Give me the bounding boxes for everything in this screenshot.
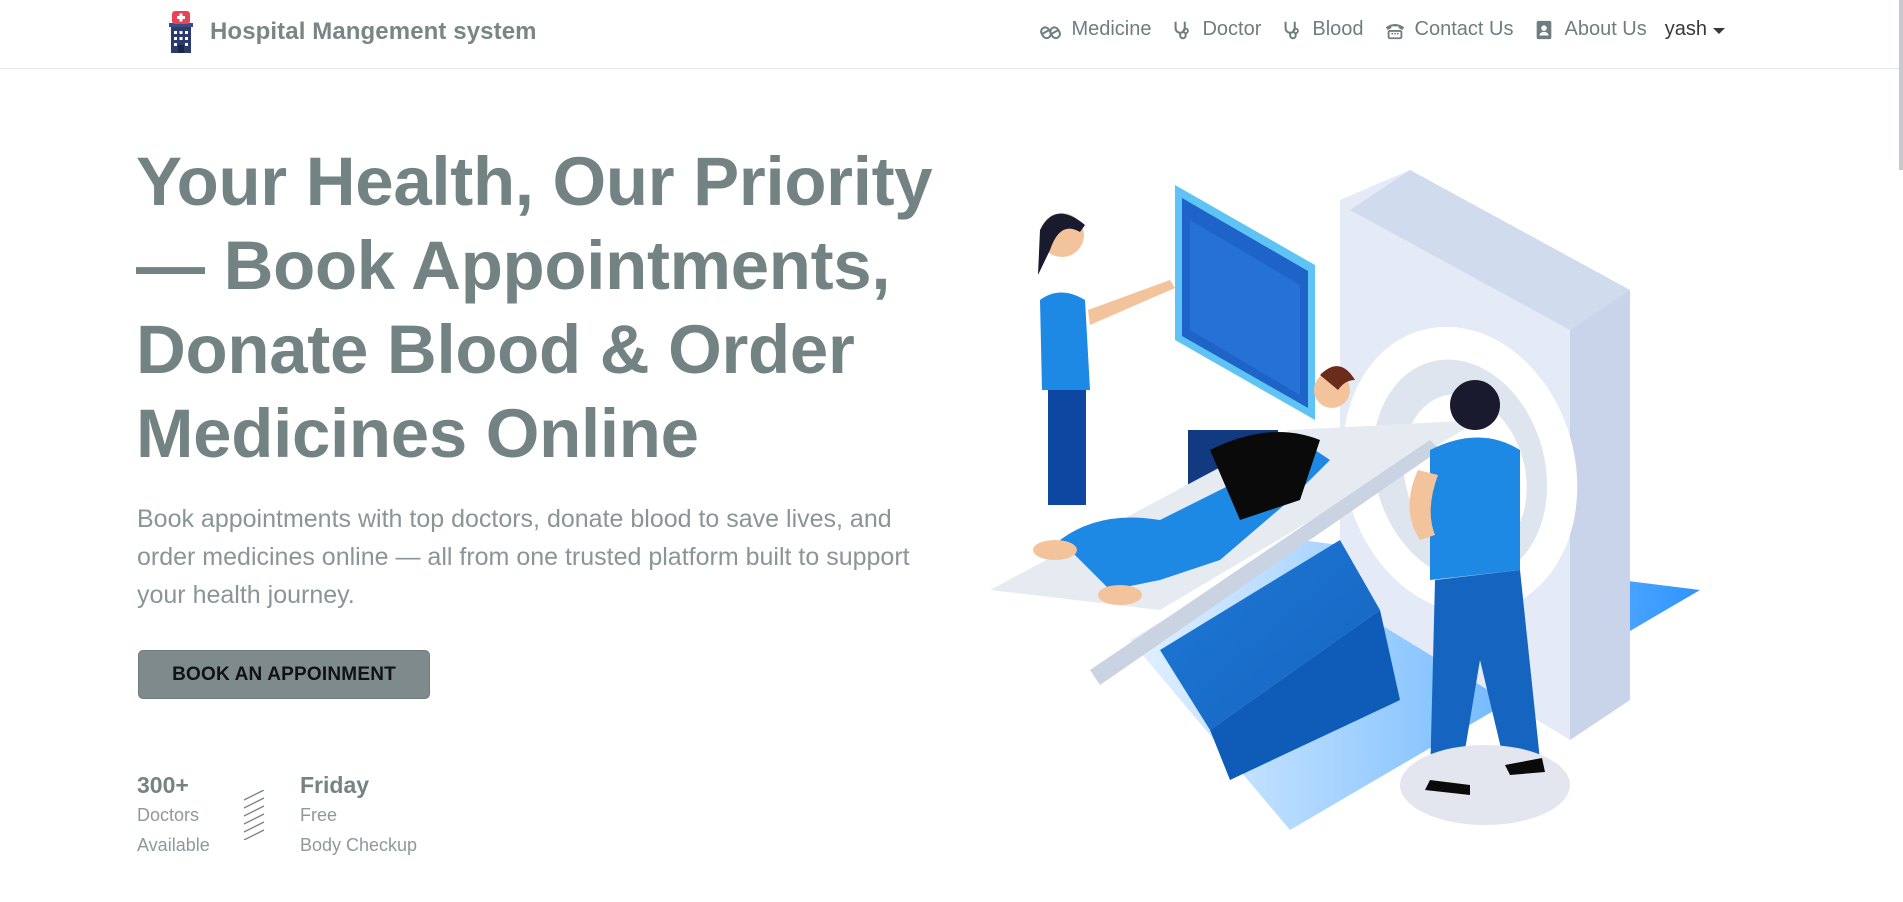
nurse-pants (1048, 390, 1086, 505)
stat-doctors-line2: Available (137, 835, 210, 855)
nav-medicine[interactable]: Medicine (1040, 18, 1151, 41)
user-name: yash (1664, 18, 1707, 40)
hero-title: Your Health, Our Priority — Book Appoint… (136, 143, 933, 472)
nav-doctor-label: Doctor (1202, 18, 1262, 40)
stat-doctors-value: 300+ (137, 772, 189, 798)
user-menu-dropdown[interactable]: yash (1665, 18, 1725, 41)
stat-checkup-value: Friday (300, 772, 370, 798)
address-book-icon (1537, 20, 1552, 39)
main-nav: Medicine Doctor Blood Contact Us About U… (1040, 18, 1725, 41)
nav-medicine-label: Medicine (1071, 18, 1152, 40)
scrollbar[interactable] (1899, 0, 1903, 170)
stat-doctors: 300+ Doctors Available (137, 770, 210, 860)
chevron-down-icon (1713, 27, 1725, 34)
hospital-mri-illustration (990, 170, 1700, 830)
nurse-top (1040, 292, 1090, 390)
stat-doctors-line1: Doctors (137, 805, 200, 825)
nav-contact-us[interactable]: Contact Us (1384, 18, 1514, 41)
nav-about-us[interactable]: About Us (1533, 18, 1647, 41)
nav-blood[interactable]: Blood (1281, 18, 1364, 41)
stethoscope-icon (1175, 21, 1190, 39)
stat-checkup-line1: Free (300, 805, 338, 825)
hospital-logo-icon (169, 11, 193, 53)
doctor-head (1450, 380, 1500, 430)
nav-contact-label: Contact Us (1414, 18, 1514, 40)
stat-checkup-line2: Body Checkup (300, 835, 418, 855)
doctor-top (1430, 437, 1520, 580)
nav-doctor[interactable]: Doctor (1171, 18, 1261, 41)
brand-link[interactable]: Hospital Mangement system (166, 10, 537, 54)
book-appointment-button[interactable]: BOOK AN APPOINMENT (138, 650, 430, 699)
brand-name: Hospital Mangement system (210, 18, 537, 45)
capsules-icon (1040, 25, 1062, 39)
navbar: Hospital Mangement system Medicine Docto… (0, 0, 1903, 69)
hero-subtitle: Book appointments with top doctors, dona… (137, 505, 910, 609)
stat-divider (243, 790, 265, 840)
nav-about-label: About Us (1564, 18, 1647, 40)
phone-icon (1385, 23, 1404, 39)
nav-blood-label: Blood (1312, 18, 1364, 40)
stat-checkup: Friday Free Body Checkup (300, 770, 417, 860)
stethoscope-icon (1284, 21, 1300, 39)
